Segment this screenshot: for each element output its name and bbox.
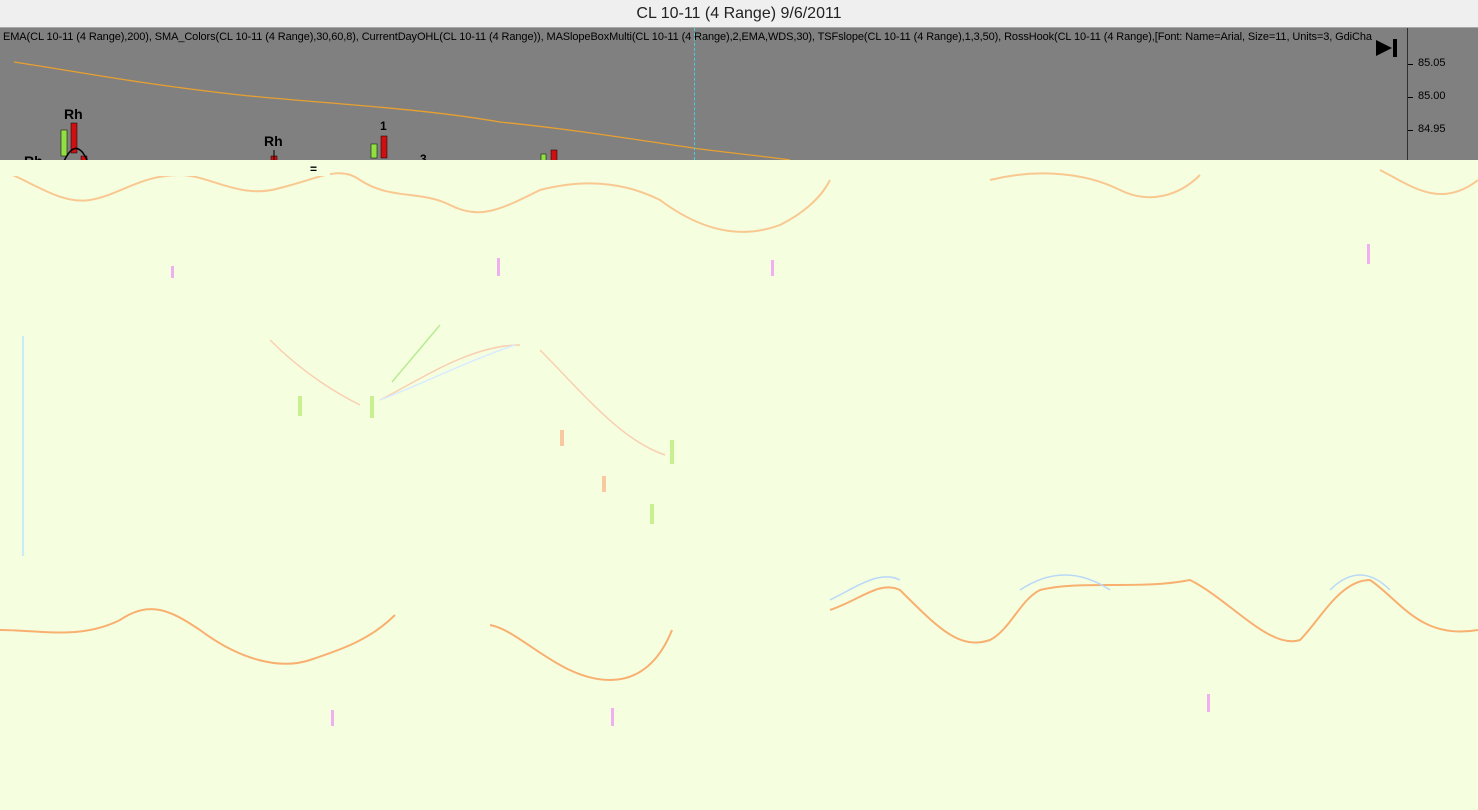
indicator-panels-area[interactable] (0, 160, 1478, 810)
oscillator-signal-line (829, 574, 1391, 601)
magenta-bar (331, 710, 334, 726)
magenta-bar (771, 260, 774, 276)
price-tick (1408, 97, 1413, 98)
window-title: CL 10-11 (4 Range) 9/6/2011 (636, 4, 842, 22)
magenta-bar (171, 266, 174, 278)
oscillator-line (0, 608, 673, 682)
oscillator-line (0, 169, 831, 233)
magenta-bar (1367, 244, 1370, 264)
price-tick (1408, 130, 1413, 131)
faint-down-bar (602, 476, 606, 492)
equals-marker: = (310, 162, 318, 176)
window-title-bar: CL 10-11 (4 Range) 9/6/2011 (0, 0, 1478, 28)
price-label: 85.05 (1418, 57, 1446, 69)
down-bar (380, 135, 388, 159)
moving-average-line (391, 324, 441, 383)
faint-up-bar (670, 440, 674, 464)
indicator-panels-svg (0, 169, 1478, 726)
magenta-bar (497, 258, 500, 276)
histogram-row (0, 272, 1060, 276)
skip-to-end-icon (1376, 39, 1397, 57)
magenta-bar (1207, 694, 1210, 712)
price-label: 84.95 (1418, 123, 1446, 135)
count-label: 1 (380, 119, 387, 133)
up-bar (60, 129, 68, 157)
faint-down-bar (560, 430, 564, 446)
faint-up-bar (650, 504, 654, 524)
oscillator-line (829, 578, 1478, 644)
faint-up-bar (298, 396, 302, 416)
up-bar (370, 143, 378, 159)
eq-marker-area: = (0, 160, 330, 176)
down-bar (550, 149, 558, 160)
price-chart-panel[interactable]: EMA(CL 10-11 (4 Range),200), SMA_Colors(… (0, 28, 1478, 180)
price-tick (1408, 64, 1413, 65)
moving-average-line (269, 339, 666, 456)
crosshair-cursor-line (694, 28, 695, 160)
ross-hook-label: Rh (264, 133, 283, 149)
scroll-to-end-button[interactable] (1372, 36, 1402, 60)
price-axis[interactable]: 85.05 85.00 84.95 (1407, 28, 1478, 160)
ross-hook-label: Rh (64, 106, 83, 122)
oscillator-line (989, 169, 1478, 199)
price-chart-svg (13, 61, 791, 160)
ema-line (13, 61, 791, 160)
price-label: 85.00 (1418, 90, 1446, 102)
magenta-bar (611, 708, 614, 726)
faint-up-bar (370, 396, 374, 418)
